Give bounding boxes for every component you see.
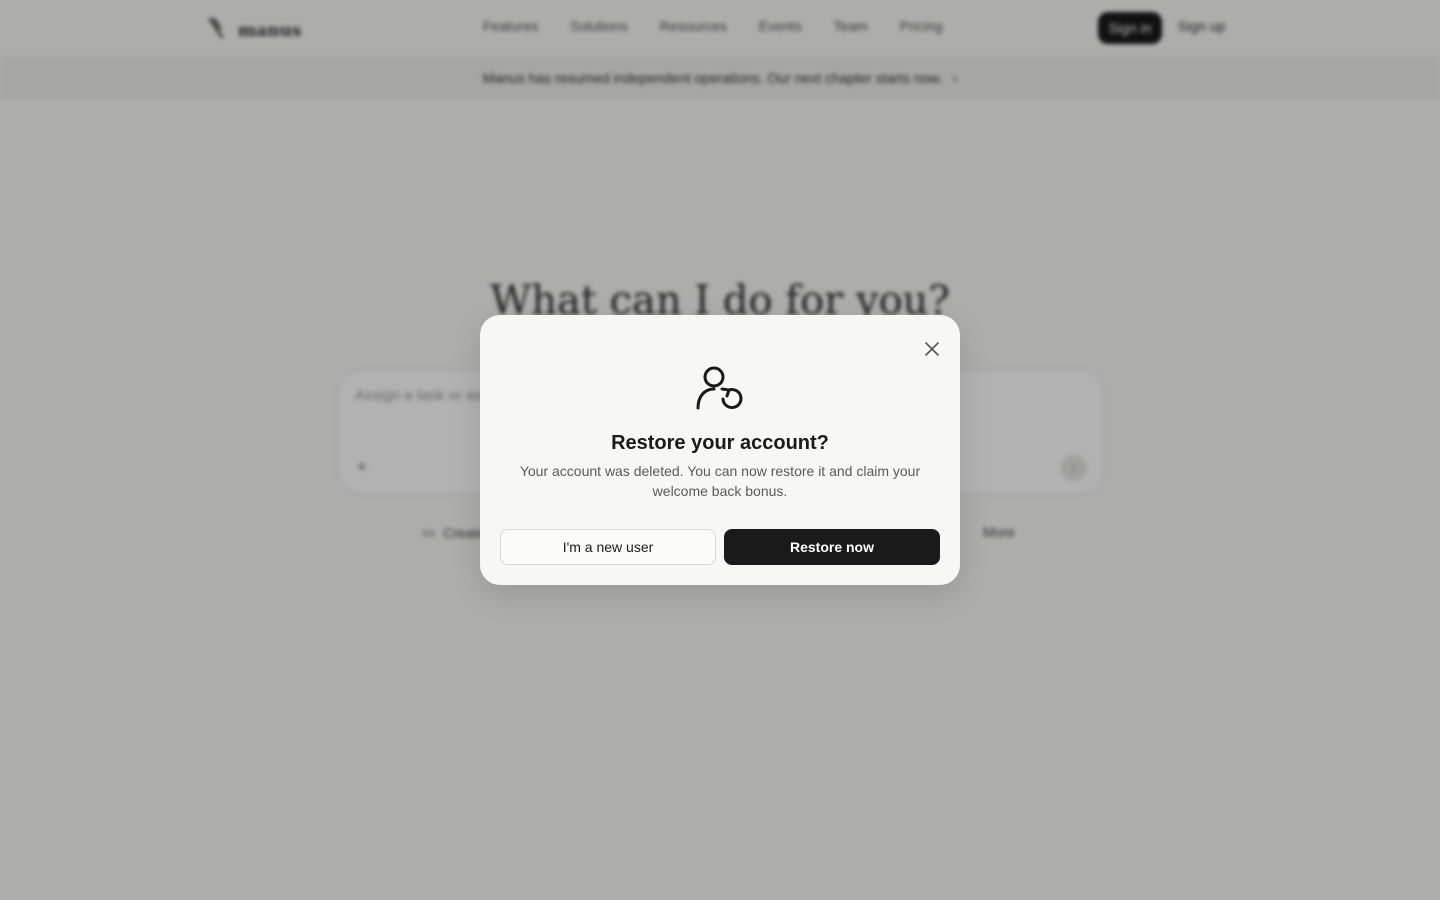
restore-now-button[interactable]: Restore now	[724, 529, 940, 565]
dialog-message: Your account was deleted. You can now re…	[519, 463, 921, 499]
user-restore-icon	[695, 365, 745, 411]
page: manus Features Solutions Resources Event…	[0, 0, 1440, 900]
restore-account-dialog: Restore your account? Your account was d…	[480, 315, 960, 585]
dialog-title: Restore your account?	[611, 432, 829, 454]
new-user-button[interactable]: I'm a new user	[500, 529, 716, 565]
close-icon[interactable]	[922, 339, 942, 359]
